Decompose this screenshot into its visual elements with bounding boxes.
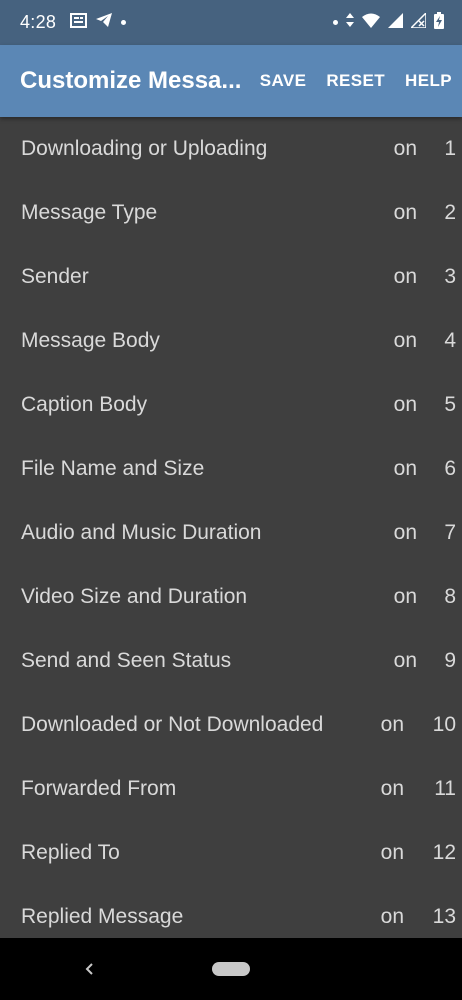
list-item[interactable]: Audio and Music Duration on 7 (0, 501, 462, 565)
list-item-index: 13 (432, 905, 456, 928)
list-item-index: 12 (432, 841, 456, 864)
notification-dot-icon (121, 20, 127, 25)
list-item-state: on (393, 265, 417, 288)
app-bar-actions: SAVE RESET HELP (250, 71, 462, 91)
back-icon[interactable] (80, 958, 100, 980)
page-title: Customize Messa... (20, 67, 242, 94)
list-item-label: Forwarded From (21, 777, 177, 800)
list-item[interactable]: Caption Body on 5 (0, 373, 462, 437)
list-item-index: 7 (444, 521, 456, 544)
list-item[interactable]: Replied To on 12 (0, 821, 462, 885)
list-item-index: 5 (444, 393, 456, 416)
list-item-label: Message Type (21, 201, 158, 224)
signal-icon (388, 12, 403, 33)
list-item-label: Audio and Music Duration (21, 521, 262, 544)
list-item-index: 6 (444, 457, 456, 480)
list-item[interactable]: Send and Seen Status on 9 (0, 629, 462, 693)
list-item[interactable]: Message Body on 4 (0, 309, 462, 373)
list-item-state: on (393, 521, 417, 544)
list-item[interactable]: Downloaded or Not Downloaded on 10 (0, 693, 462, 757)
news-icon (70, 12, 88, 33)
list-item-state: on (393, 393, 417, 416)
navigation-bar (0, 938, 462, 1000)
list-item-label: Message Body (21, 329, 160, 352)
list-item-label: Downloading or Uploading (21, 137, 268, 160)
list-item-state: on (393, 137, 417, 160)
list-item-index: 11 (434, 777, 456, 800)
home-pill-icon[interactable] (212, 962, 250, 976)
list-item-state: on (393, 457, 417, 480)
list-item-state: on (380, 841, 404, 864)
status-time: 4:28 (20, 12, 57, 32)
signal-no-data-icon (409, 10, 427, 33)
list-item[interactable]: Forwarded From on 11 (0, 757, 462, 821)
list-item-index: 8 (444, 585, 456, 608)
notification-dot-icon (333, 20, 338, 25)
list-item[interactable]: Replied Message on 13 (0, 885, 462, 938)
list-item-label: File Name and Size (21, 457, 205, 480)
list-item-label: Send and Seen Status (21, 649, 232, 672)
status-right-icons (333, 10, 444, 34)
save-button[interactable]: SAVE (250, 71, 317, 91)
list-item-index: 9 (444, 649, 456, 672)
list-item[interactable]: File Name and Size on 6 (0, 437, 462, 501)
list-item-index: 10 (432, 713, 456, 736)
list-item-index: 2 (444, 201, 456, 224)
telegram-icon (95, 12, 113, 33)
wifi-icon (362, 13, 380, 33)
list-item[interactable]: Video Size and Duration on 8 (0, 565, 462, 629)
list-item-state: on (380, 777, 404, 800)
list-item-state: on (393, 649, 417, 672)
list-item-label: Downloaded or Not Downloaded (21, 713, 324, 736)
message-fields-list: Downloading or Uploading on 1 Message Ty… (0, 117, 462, 938)
list-item-index: 4 (444, 329, 456, 352)
status-left-icons (70, 12, 127, 33)
list-item-label: Caption Body (21, 393, 148, 416)
list-item-label: Replied To (21, 841, 120, 864)
list-item-state: on (380, 905, 404, 928)
list-item-label: Video Size and Duration (21, 585, 248, 608)
list-item-state: on (393, 585, 417, 608)
data-arrows-icon (346, 13, 354, 32)
list-item[interactable]: Sender on 3 (0, 245, 462, 309)
app-bar: Customize Messa... SAVE RESET HELP (0, 45, 462, 117)
list-item-index: 3 (444, 265, 456, 288)
list-item-index: 1 (444, 137, 456, 160)
battery-charging-icon (434, 11, 444, 34)
list-item-state: on (393, 201, 417, 224)
status-bar: 4:28 (0, 0, 462, 45)
list-item-state: on (380, 713, 404, 736)
list-item[interactable]: Message Type on 2 (0, 181, 462, 245)
list-item-label: Replied Message (21, 905, 184, 928)
help-button[interactable]: HELP (395, 71, 462, 91)
reset-button[interactable]: RESET (316, 71, 395, 91)
list-item[interactable]: Downloading or Uploading on 1 (0, 117, 462, 181)
list-item-label: Sender (21, 265, 89, 288)
list-item-state: on (393, 329, 417, 352)
